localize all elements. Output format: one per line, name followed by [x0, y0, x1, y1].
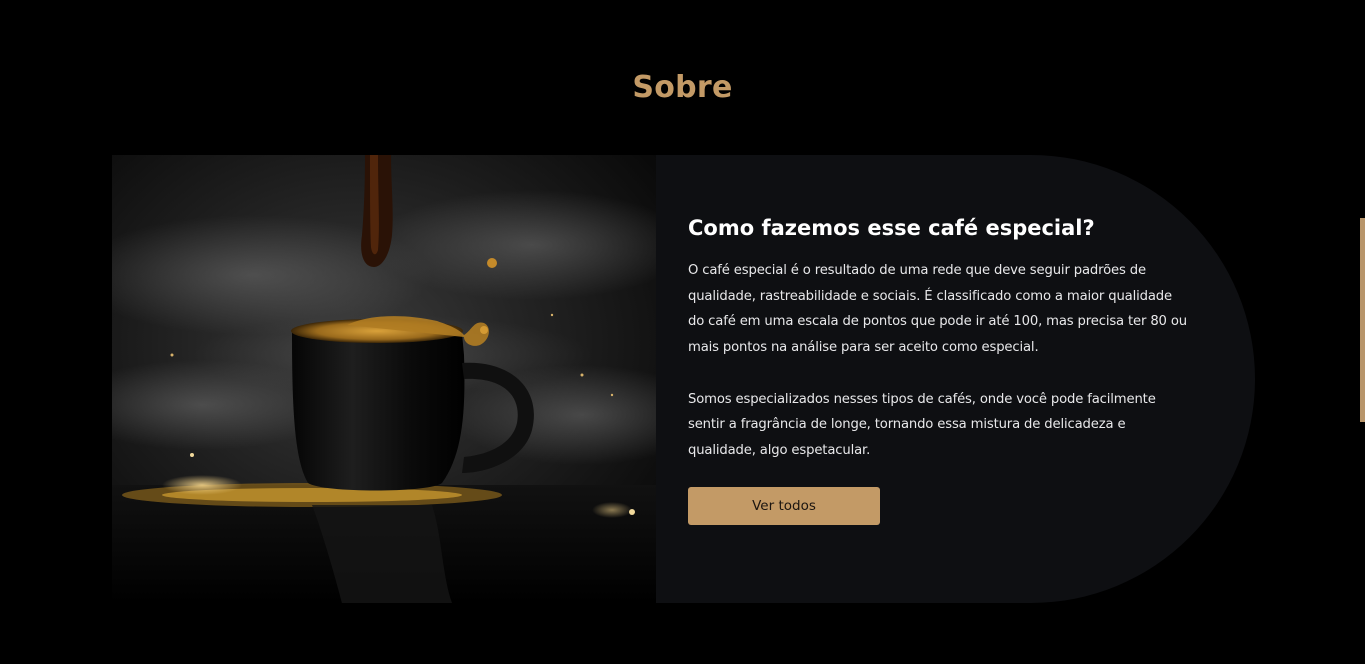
- about-text-panel: Como fazemos esse café especial? O café …: [656, 155, 1255, 603]
- panel-heading: Como fazemos esse café especial?: [688, 216, 1095, 240]
- page: Sobre Como fazemos esse café especial? O…: [0, 0, 1365, 664]
- coffee-cup-image: [112, 155, 656, 603]
- about-card: Como fazemos esse café especial? O café …: [112, 155, 1255, 603]
- ver-todos-button[interactable]: Ver todos: [688, 486, 880, 525]
- panel-paragraph-1: O café especial é o resultado de uma red…: [688, 263, 1187, 356]
- scrollbar-thumb[interactable]: [1360, 218, 1365, 422]
- section-title: Sobre: [632, 70, 733, 105]
- panel-paragraph-2: Somos especializados nesses tipos de caf…: [688, 391, 1156, 458]
